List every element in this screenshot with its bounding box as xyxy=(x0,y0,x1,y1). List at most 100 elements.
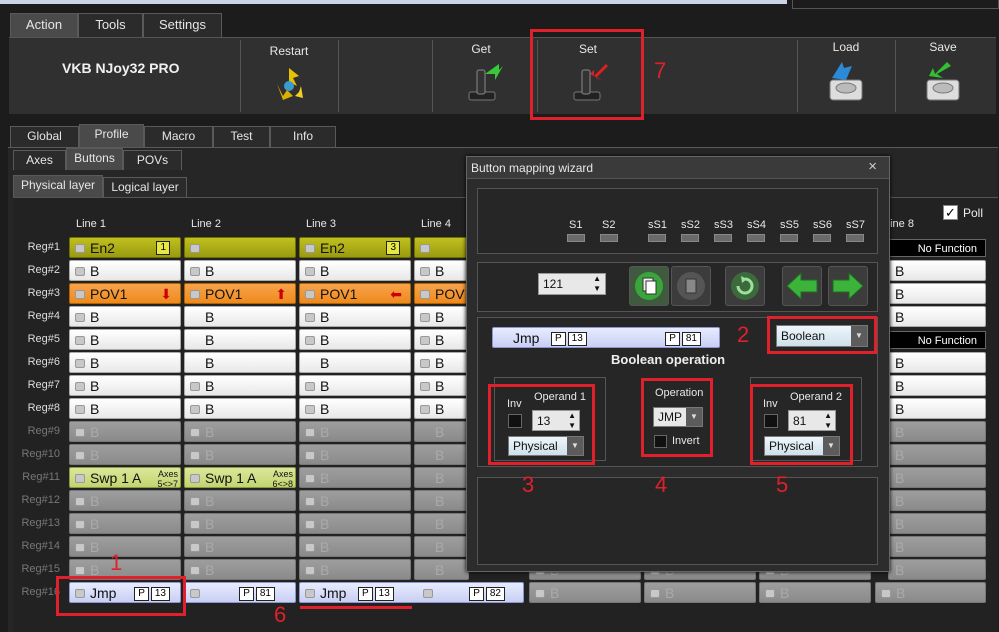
spinner-arrows-icon[interactable]: ▲ ▼ xyxy=(593,274,601,294)
cell-checkbox[interactable] xyxy=(305,451,315,460)
grid-cell[interactable]: B xyxy=(184,260,296,281)
no-function-cell[interactable]: No Function xyxy=(888,239,986,257)
grid-cell[interactable]: B xyxy=(414,421,469,442)
grid-cell[interactable]: B xyxy=(875,582,986,603)
grid-cell[interactable]: B xyxy=(69,352,181,373)
grid-cell[interactable]: B xyxy=(414,329,469,350)
cell-checkbox[interactable] xyxy=(305,589,315,598)
tab-logical-layer[interactable]: Logical layer xyxy=(103,177,187,197)
tab-povs[interactable]: POVs xyxy=(123,150,182,170)
cell-checkbox[interactable] xyxy=(75,428,85,437)
cell-checkbox[interactable] xyxy=(190,520,200,529)
grid-cell[interactable]: B xyxy=(299,375,411,396)
copy-button[interactable] xyxy=(629,266,669,306)
grid-cell[interactable]: B xyxy=(414,352,469,373)
grid-cell[interactable]: B xyxy=(69,329,181,350)
cell-checkbox[interactable] xyxy=(190,474,200,483)
grid-cell[interactable]: B xyxy=(299,398,411,419)
grid-cell[interactable]: B xyxy=(184,398,296,419)
cell-checkbox[interactable] xyxy=(190,405,200,414)
cell-checkbox[interactable] xyxy=(881,589,891,598)
grid-cell[interactable]: POV xyxy=(414,283,469,304)
cell-checkbox[interactable] xyxy=(765,589,775,598)
grid-cell[interactable]: B xyxy=(299,559,411,580)
grid-cell[interactable]: Swp 1 A Axes 6<>8 xyxy=(184,467,296,488)
grid-cell[interactable]: B xyxy=(69,490,181,511)
grid-cell[interactable]: B xyxy=(888,444,986,465)
cell-checkbox[interactable] xyxy=(75,520,85,529)
grid-cell[interactable]: B xyxy=(414,559,469,580)
grid-cell[interactable]: B xyxy=(184,421,296,442)
tab-info[interactable]: Info xyxy=(270,126,336,147)
restart-button[interactable]: Restart xyxy=(241,40,337,112)
no-function-cell[interactable]: No Function xyxy=(888,331,986,349)
cell-checkbox[interactable] xyxy=(75,359,85,368)
grid-cell[interactable]: Jmp P 13 P 82 xyxy=(299,582,524,603)
grid-cell[interactable]: B xyxy=(184,306,296,327)
grid-cell[interactable]: B xyxy=(69,444,181,465)
load-button[interactable]: Load xyxy=(798,40,894,112)
grid-cell[interactable]: B xyxy=(184,490,296,511)
cell-checkbox[interactable] xyxy=(75,474,85,483)
grid-cell[interactable]: En2 3 xyxy=(299,237,411,258)
grid-cell[interactable]: B xyxy=(888,513,986,534)
grid-cell[interactable]: B xyxy=(299,444,411,465)
close-icon[interactable]: × xyxy=(868,158,877,175)
cell-checkbox[interactable] xyxy=(75,267,85,276)
grid-cell[interactable]: B xyxy=(299,260,411,281)
save-button[interactable]: Save xyxy=(895,40,991,112)
cell-checkbox[interactable] xyxy=(75,336,85,345)
next-button[interactable] xyxy=(828,266,868,306)
cell-checkbox[interactable] xyxy=(75,290,85,299)
grid-cell[interactable]: B xyxy=(69,260,181,281)
grid-cell[interactable]: B xyxy=(888,306,986,327)
grid-cell[interactable]: B xyxy=(888,559,986,580)
grid-cell[interactable]: B xyxy=(414,260,469,281)
cell-checkbox[interactable] xyxy=(190,589,200,598)
grid-cell[interactable]: B xyxy=(888,375,986,396)
cell-checkbox[interactable] xyxy=(305,382,315,391)
tab-physical-layer[interactable]: Physical layer xyxy=(13,175,103,197)
paste-button[interactable] xyxy=(671,266,711,306)
grid-cell[interactable]: B xyxy=(759,582,871,603)
cell-checkbox[interactable] xyxy=(75,497,85,506)
cell-checkbox[interactable] xyxy=(423,589,433,598)
grid-cell[interactable]: B xyxy=(299,490,411,511)
grid-cell[interactable]: B xyxy=(414,375,469,396)
tab-tools[interactable]: Tools xyxy=(78,13,143,37)
cell-checkbox[interactable] xyxy=(420,382,430,391)
cell-checkbox[interactable] xyxy=(420,290,430,299)
grid-cell[interactable]: B xyxy=(888,421,986,442)
grid-cell[interactable]: B xyxy=(414,444,469,465)
cell-checkbox[interactable] xyxy=(75,244,85,253)
cell-checkbox[interactable] xyxy=(75,382,85,391)
cell-checkbox[interactable] xyxy=(190,290,200,299)
grid-cell[interactable]: B xyxy=(299,513,411,534)
grid-cell[interactable]: B xyxy=(414,536,469,557)
grid-cell[interactable]: B xyxy=(184,329,296,350)
grid-cell[interactable]: B xyxy=(69,375,181,396)
cell-checkbox[interactable] xyxy=(305,543,315,552)
tab-action[interactable]: Action xyxy=(10,13,78,37)
grid-cell[interactable]: POV1 ⬆ xyxy=(184,283,296,304)
grid-cell[interactable]: B xyxy=(299,536,411,557)
cell-checkbox[interactable] xyxy=(190,267,200,276)
cell-checkbox[interactable] xyxy=(305,566,315,575)
grid-cell[interactable]: B xyxy=(69,536,181,557)
grid-cell[interactable]: B xyxy=(184,375,296,396)
cell-checkbox[interactable] xyxy=(75,405,85,414)
grid-cell[interactable]: B xyxy=(299,306,411,327)
cell-checkbox[interactable] xyxy=(190,451,200,460)
tab-axes[interactable]: Axes xyxy=(13,150,66,170)
grid-cell[interactable]: B xyxy=(888,260,986,281)
reset-button[interactable] xyxy=(725,266,765,306)
grid-cell[interactable]: B xyxy=(414,490,469,511)
cell-checkbox[interactable] xyxy=(305,428,315,437)
cell-checkbox[interactable] xyxy=(305,290,315,299)
grid-cell[interactable]: B xyxy=(888,398,986,419)
cell-checkbox[interactable] xyxy=(305,474,315,483)
grid-cell[interactable]: En2 1 xyxy=(69,237,181,258)
grid-cell[interactable]: B xyxy=(69,421,181,442)
cell-checkbox[interactable] xyxy=(420,267,430,276)
cell-checkbox[interactable] xyxy=(305,313,315,322)
